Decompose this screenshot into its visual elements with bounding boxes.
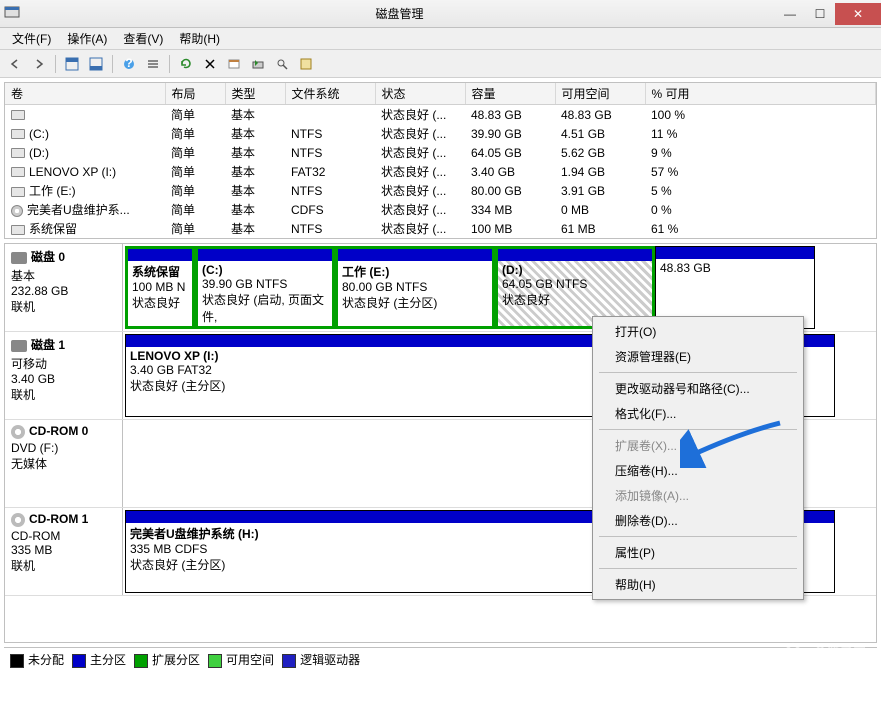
col-fs[interactable]: 文件系统 (285, 83, 375, 105)
rescan-button[interactable] (247, 53, 269, 75)
ctx-help[interactable]: 帮助(H) (595, 572, 801, 597)
ctx-props[interactable]: 属性(P) (595, 540, 801, 565)
ctx-shrink[interactable]: 压缩卷(H)... (595, 458, 801, 483)
back-button[interactable] (4, 53, 26, 75)
volume-table: 卷 布局 类型 文件系统 状态 容量 可用空间 % 可用 简单基本状态良好 (.… (4, 82, 877, 239)
svg-text:?: ? (125, 57, 132, 70)
legend-unalloc: 未分配 (28, 653, 64, 667)
table-row[interactable]: 简单基本状态良好 (...48.83 GB48.83 GB100 % (5, 105, 876, 125)
delete-button[interactable] (199, 53, 221, 75)
app-icon (4, 4, 24, 24)
legend-bar: 未分配 主分区 扩展分区 可用空间 逻辑驱动器 (4, 647, 877, 671)
menu-view[interactable]: 查看(V) (117, 28, 169, 49)
legend-logical: 逻辑驱动器 (300, 653, 360, 667)
disk-icon (11, 148, 25, 158)
menu-file[interactable]: 文件(F) (6, 28, 57, 49)
maximize-button[interactable]: ☐ (805, 3, 835, 25)
ctx-format[interactable]: 格式化(F)... (595, 401, 801, 426)
window-controls: — ☐ ✕ (775, 3, 881, 25)
properties-button[interactable] (223, 53, 245, 75)
disk-icon (11, 129, 25, 139)
menu-action[interactable]: 操作(A) (61, 28, 113, 49)
disk-info[interactable]: CD-ROM 0DVD (F:)无媒体 (5, 420, 123, 507)
cd-icon (11, 513, 25, 527)
forward-button[interactable] (28, 53, 50, 75)
ctx-change-letter[interactable]: 更改驱动器号和路径(C)... (595, 376, 801, 401)
table-row[interactable]: 系统保留简单基本NTFS状态良好 (...100 MB61 MB61 % (5, 219, 876, 238)
col-pct[interactable]: % 可用 (645, 83, 876, 105)
ctx-open[interactable]: 打开(O) (595, 319, 801, 344)
help-button[interactable]: ? (118, 53, 140, 75)
table-row[interactable]: 完美者U盘维护系...简单基本CDFS状态良好 (...334 MB0 MB0 … (5, 200, 876, 219)
ctx-explorer[interactable]: 资源管理器(E) (595, 344, 801, 369)
menu-help[interactable]: 帮助(H) (173, 28, 226, 49)
col-volume[interactable]: 卷 (5, 83, 165, 105)
disk-icon (11, 187, 25, 197)
hdd-icon (11, 340, 27, 352)
disk-info[interactable]: 磁盘 0基本232.88 GB联机 (5, 244, 123, 331)
ctx-mirror: 添加镜像(A)... (595, 483, 801, 508)
disk-info[interactable]: CD-ROM 1CD-ROM335 MB联机 (5, 508, 123, 595)
col-capacity[interactable]: 容量 (465, 83, 555, 105)
legend-free: 可用空间 (226, 653, 274, 667)
partition[interactable]: 系统保留100 MB N状态良好 (125, 246, 195, 329)
col-status[interactable]: 状态 (375, 83, 465, 105)
table-row[interactable]: (D:)简单基本NTFS状态良好 (...64.05 GB5.62 GB9 % (5, 143, 876, 162)
cd-icon (11, 205, 23, 217)
search-button[interactable] (271, 53, 293, 75)
disk-icon (11, 110, 25, 120)
view-bottom-button[interactable] (85, 53, 107, 75)
legend-primary: 主分区 (90, 653, 126, 667)
col-layout[interactable]: 布局 (165, 83, 225, 105)
minimize-button[interactable]: — (775, 3, 805, 25)
close-button[interactable]: ✕ (835, 3, 881, 25)
col-type[interactable]: 类型 (225, 83, 285, 105)
list-button[interactable] (142, 53, 164, 75)
view-top-button[interactable] (61, 53, 83, 75)
table-row[interactable]: LENOVO XP (I:)简单基本FAT32状态良好 (...3.40 GB1… (5, 162, 876, 181)
partition[interactable]: (C:)39.90 GB NTFS状态良好 (启动, 页面文件, (195, 246, 335, 329)
col-free[interactable]: 可用空间 (555, 83, 645, 105)
toolbar: ? (0, 50, 881, 78)
ctx-delete[interactable]: 删除卷(D)... (595, 508, 801, 533)
table-row[interactable]: (C:)简单基本NTFS状态良好 (...39.90 GB4.51 GB11 % (5, 124, 876, 143)
settings-button[interactable] (295, 53, 317, 75)
disk-icon (11, 225, 25, 235)
hdd-icon (11, 252, 27, 264)
table-row[interactable]: 工作 (E:)简单基本NTFS状态良好 (...80.00 GB3.91 GB5… (5, 181, 876, 200)
refresh-button[interactable] (175, 53, 197, 75)
menu-bar: 文件(F) 操作(A) 查看(V) 帮助(H) (0, 28, 881, 50)
legend-extended: 扩展分区 (152, 653, 200, 667)
disk-icon (11, 167, 25, 177)
cd-icon (11, 425, 25, 439)
context-menu: 打开(O) 资源管理器(E) 更改驱动器号和路径(C)... 格式化(F)...… (592, 316, 804, 600)
ctx-extend: 扩展卷(X)... (595, 433, 801, 458)
disk-info[interactable]: 磁盘 1可移动3.40 GB联机 (5, 332, 123, 419)
partition[interactable]: 工作 (E:)80.00 GB NTFS状态良好 (主分区) (335, 246, 495, 329)
title-bar: 磁盘管理 — ☐ ✕ (0, 0, 881, 28)
window-title: 磁盘管理 (24, 5, 775, 22)
